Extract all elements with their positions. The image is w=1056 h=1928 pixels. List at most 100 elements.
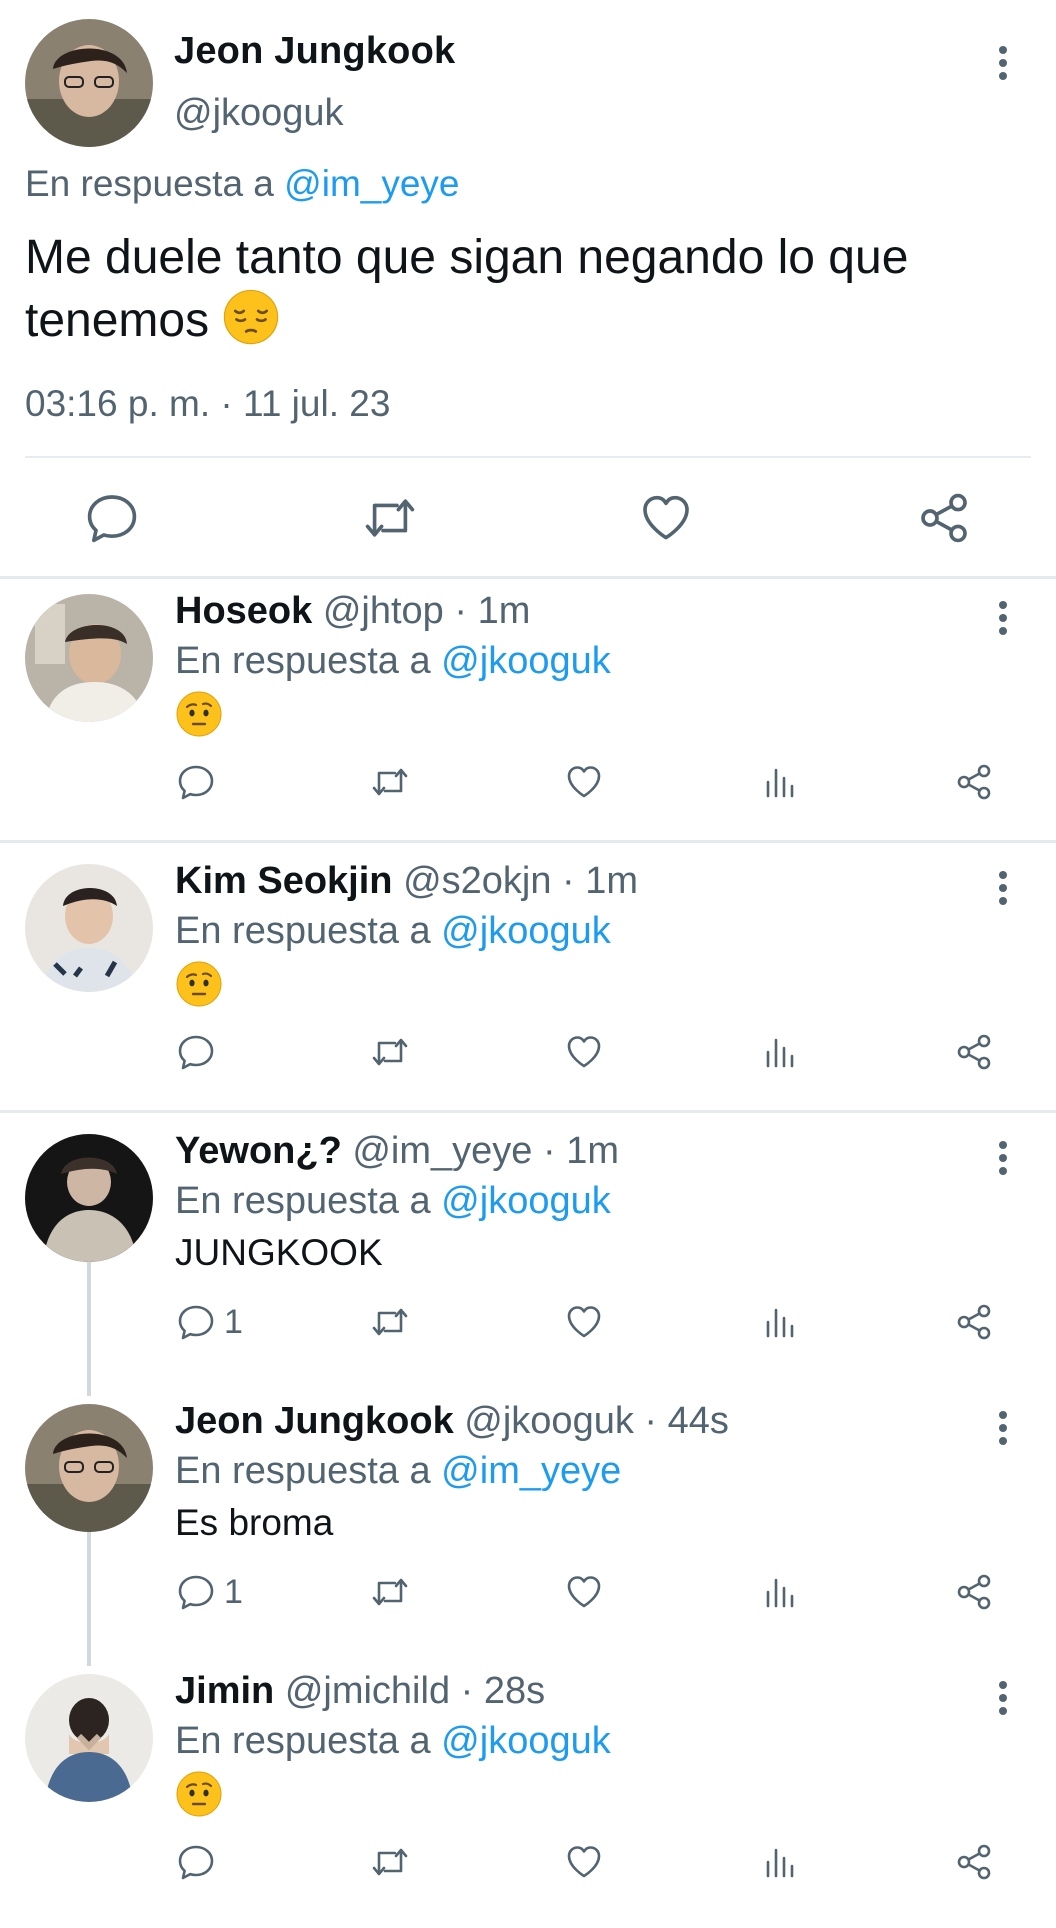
retweet-button[interactable] xyxy=(370,760,410,804)
share-button[interactable] xyxy=(954,1030,994,1074)
avatar[interactable] xyxy=(25,1134,153,1262)
reply-button[interactable]: 1 xyxy=(176,1570,243,1614)
author-name[interactable]: Yewon¿? xyxy=(175,1130,342,1172)
author-handle-time[interactable]: @jkooguk · 44s xyxy=(464,1400,729,1442)
more-options-icon[interactable] xyxy=(986,868,1020,908)
reply-text: JUNGKOOK xyxy=(175,1232,383,1273)
retweet-button[interactable] xyxy=(370,1030,410,1074)
replying-to: En respuesta a @im_yeye xyxy=(175,1450,621,1493)
author-handle-time[interactable]: @jmichild · 28s xyxy=(285,1670,545,1712)
views-button[interactable] xyxy=(760,1030,800,1074)
author-handle-time[interactable]: @jhtop · 1m xyxy=(323,590,531,632)
replying-to: En respuesta a @jkooguk xyxy=(175,640,611,683)
author-name[interactable]: Kim Seokjin xyxy=(175,860,393,902)
face-with-raised-eyebrow-emoji xyxy=(175,960,223,1008)
retweet-icon[interactable] xyxy=(362,490,418,546)
replying-to: En respuesta a @jkooguk xyxy=(175,910,611,953)
share-icon xyxy=(954,1302,994,1342)
views-button[interactable] xyxy=(760,1570,800,1614)
share-button[interactable] xyxy=(954,1570,994,1614)
retweet-button[interactable] xyxy=(370,1300,410,1344)
like-button[interactable] xyxy=(564,1570,604,1614)
like-button[interactable] xyxy=(564,1300,604,1344)
author-handle-time[interactable]: @im_yeye · 1m xyxy=(352,1130,619,1172)
avatar[interactable] xyxy=(25,864,153,992)
reply-icon xyxy=(176,762,216,802)
reply-icon[interactable] xyxy=(84,490,140,546)
reply-header: Hoseok @jhtop · 1m xyxy=(175,590,530,633)
views-button[interactable] xyxy=(760,1300,800,1344)
author-handle[interactable]: @jkooguk xyxy=(174,92,344,135)
separator xyxy=(0,576,1056,579)
heart-icon[interactable] xyxy=(638,490,694,546)
author-name[interactable]: Jeon Jungkook xyxy=(175,1400,454,1442)
reply-header: Yewon¿? @im_yeye · 1m xyxy=(175,1130,619,1173)
reply-tweet[interactable]: Jeon Jungkook @jkooguk · 44s En respuest… xyxy=(0,1390,1056,1658)
share-button[interactable] xyxy=(954,760,994,804)
retweet-icon xyxy=(370,1032,410,1072)
more-options-icon[interactable] xyxy=(986,1678,1020,1718)
retweet-button[interactable] xyxy=(370,1840,410,1884)
share-icon xyxy=(954,762,994,802)
separator xyxy=(0,1110,1056,1113)
avatar[interactable] xyxy=(25,19,153,147)
heart-icon xyxy=(564,1302,604,1342)
replying-to: En respuesta a @im_yeye xyxy=(25,163,460,205)
replying-to: En respuesta a @jkooguk xyxy=(175,1720,611,1763)
share-icon xyxy=(954,1572,994,1612)
reply-prefix: En respuesta a xyxy=(25,163,274,204)
reply-button[interactable] xyxy=(176,1030,224,1074)
heart-icon xyxy=(564,1842,604,1882)
share-icon[interactable] xyxy=(916,490,972,546)
reply-button[interactable]: 1 xyxy=(176,1300,243,1344)
reply-to-link[interactable]: @jkooguk xyxy=(441,1180,611,1222)
reply-to-link[interactable]: @jkooguk xyxy=(441,640,611,682)
more-options-icon[interactable] xyxy=(986,1408,1020,1448)
avatar[interactable] xyxy=(25,1404,153,1532)
author-name[interactable]: Hoseok xyxy=(175,590,312,632)
like-button[interactable] xyxy=(564,1030,604,1074)
more-options-icon[interactable] xyxy=(986,43,1020,83)
author-name[interactable]: Jeon Jungkook xyxy=(174,30,455,73)
pensive-face-emoji xyxy=(222,288,280,346)
reply-prefix: En respuesta a xyxy=(175,640,431,682)
reply-tweet[interactable]: Yewon¿? @im_yeye · 1m En respuesta a @jk… xyxy=(0,1120,1056,1388)
avatar[interactable] xyxy=(25,594,153,722)
share-button[interactable] xyxy=(954,1840,994,1884)
tweet-text-content: Me duele tanto que sigan negando lo que … xyxy=(25,231,909,347)
face-with-raised-eyebrow-emoji xyxy=(175,690,223,738)
views-button[interactable] xyxy=(760,1840,800,1884)
retweet-button[interactable] xyxy=(370,1570,410,1614)
like-button[interactable] xyxy=(564,1840,604,1884)
reply-to-link[interactable]: @im_yeye xyxy=(284,163,459,204)
retweet-icon xyxy=(370,1302,410,1342)
reply-to-link[interactable]: @jkooguk xyxy=(441,1720,611,1762)
separator xyxy=(0,840,1056,843)
retweet-icon xyxy=(370,762,410,802)
author-name[interactable]: Jimin xyxy=(175,1670,274,1712)
main-tweet: Jeon Jungkook @jkooguk En respuesta a @i… xyxy=(0,0,1056,578)
reply-icon xyxy=(176,1572,216,1612)
reply-tweet[interactable]: Hoseok @jhtop · 1m En respuesta a @jkoog… xyxy=(0,580,1056,848)
more-options-icon[interactable] xyxy=(986,1138,1020,1178)
views-button[interactable] xyxy=(760,760,800,804)
reply-prefix: En respuesta a xyxy=(175,910,431,952)
author-handle-time[interactable]: @s2okjn · 1m xyxy=(403,860,638,902)
tweet-timestamp[interactable]: 03:16 p. m. · 11 jul. 23 xyxy=(25,383,390,425)
reply-button[interactable] xyxy=(176,1840,224,1884)
avatar[interactable] xyxy=(25,1674,153,1802)
tweet-text: Me duele tanto que sigan negando lo que … xyxy=(25,228,1025,351)
analytics-icon xyxy=(760,762,800,802)
heart-icon xyxy=(564,1572,604,1612)
analytics-icon xyxy=(760,1302,800,1342)
more-options-icon[interactable] xyxy=(986,598,1020,638)
reply-tweet[interactable]: Jimin @jmichild · 28s En respuesta a @jk… xyxy=(0,1660,1056,1928)
reply-count: 1 xyxy=(224,1572,243,1611)
reply-to-link[interactable]: @jkooguk xyxy=(441,910,611,952)
reply-to-link[interactable]: @im_yeye xyxy=(441,1450,621,1492)
heart-icon xyxy=(564,1032,604,1072)
reply-button[interactable] xyxy=(176,760,224,804)
share-button[interactable] xyxy=(954,1300,994,1344)
reply-tweet[interactable]: Kim Seokjin @s2okjn · 1m En respuesta a … xyxy=(0,850,1056,1118)
like-button[interactable] xyxy=(564,760,604,804)
